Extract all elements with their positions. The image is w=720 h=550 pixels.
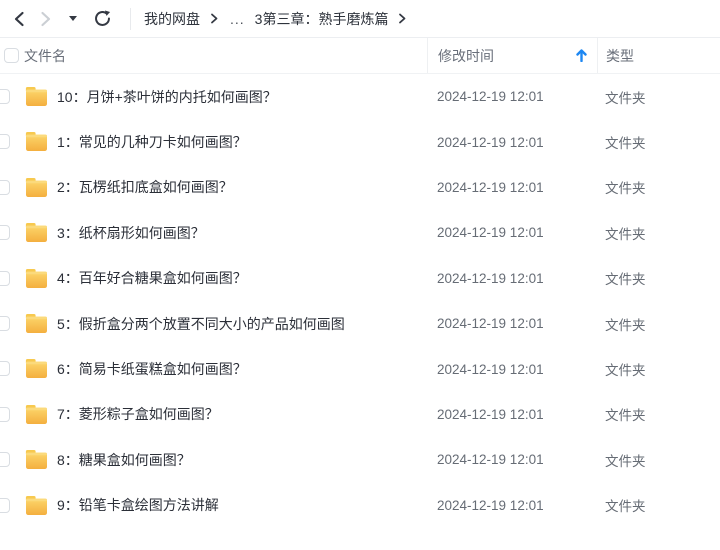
file-type: 文件夹: [605, 272, 646, 288]
modified-time: 2024-12-19 12:01: [437, 497, 544, 513]
modified-time: 2024-12-19 12:01: [437, 406, 544, 422]
folder-icon: [25, 495, 48, 516]
file-name[interactable]: 5：假折盒分两个放置不同大小的产品如何画图: [57, 314, 345, 334]
modified-time: 2024-12-19 12:01: [437, 225, 544, 241]
toolbar: 我的网盘 ... 3第三章：熟手磨炼篇: [0, 0, 720, 38]
table-row[interactable]: 8：糖果盒如何画图？ 2024-12-19 12:01 文件夹: [0, 437, 720, 482]
chevron-right-icon: [209, 13, 219, 24]
row-checkbox[interactable]: [0, 497, 10, 513]
folder-icon: [25, 358, 48, 379]
row-checkbox[interactable]: [0, 134, 10, 150]
arrow-up-icon[interactable]: [576, 49, 587, 62]
row-checkbox[interactable]: [0, 452, 10, 468]
folder-icon: [25, 268, 48, 289]
breadcrumb-root[interactable]: 我的网盘: [144, 9, 200, 29]
table-row[interactable]: 7：菱形粽子盒如何画图？ 2024-12-19 12:01 文件夹: [0, 392, 720, 437]
breadcrumb-collapsed[interactable]: ...: [230, 11, 245, 27]
row-checkbox[interactable]: [0, 179, 10, 195]
table-row[interactable]: 4：百年好合糖果盒如何画图？ 2024-12-19 12:01 文件夹: [0, 256, 720, 301]
column-header-type-label: 类型: [606, 47, 634, 64]
file-type: 文件夹: [605, 408, 646, 424]
row-checkbox[interactable]: [0, 361, 10, 377]
file-type: 文件夹: [605, 90, 646, 106]
file-name[interactable]: 6：简易卡纸蛋糕盒如何画图？: [57, 359, 247, 379]
table-row[interactable]: 6：简易卡纸蛋糕盒如何画图？ 2024-12-19 12:01 文件夹: [0, 346, 720, 391]
file-name[interactable]: 10：月饼+茶叶饼的内托如何画图？: [57, 87, 277, 107]
file-list: 10：月饼+茶叶饼的内托如何画图？ 2024-12-19 12:01 文件夹 1…: [0, 74, 720, 528]
folder-icon: [25, 313, 48, 334]
modified-time: 2024-12-19 12:01: [437, 134, 544, 150]
file-name[interactable]: 4：百年好合糖果盒如何画图？: [57, 268, 247, 288]
folder-icon: [25, 177, 48, 198]
chevron-right-icon: [397, 13, 407, 24]
chevron-left-icon: [12, 11, 27, 27]
folder-icon: [25, 222, 48, 243]
modified-time: 2024-12-19 12:01: [437, 452, 544, 468]
folder-icon: [25, 86, 48, 107]
refresh-icon: [93, 9, 112, 28]
file-type: 文件夹: [605, 453, 646, 469]
file-type: 文件夹: [605, 181, 646, 197]
table-row[interactable]: 9：铅笔卡盒绘图方法讲解 2024-12-19 12:01 文件夹: [0, 483, 720, 528]
file-type: 文件夹: [605, 317, 646, 333]
row-checkbox[interactable]: [0, 315, 10, 331]
folder-icon: [25, 404, 48, 425]
row-checkbox[interactable]: [0, 270, 10, 286]
column-header-type[interactable]: 类型: [597, 38, 720, 73]
select-all-checkbox[interactable]: [4, 48, 19, 63]
file-type: 文件夹: [605, 226, 646, 242]
table-row[interactable]: 5：假折盒分两个放置不同大小的产品如何画图 2024-12-19 12:01 文…: [0, 301, 720, 346]
refresh-button[interactable]: [88, 6, 116, 32]
modified-time: 2024-12-19 12:01: [437, 316, 544, 332]
column-header-modified-label: 修改时间: [438, 47, 494, 64]
folder-icon: [25, 131, 48, 152]
file-name[interactable]: 9：铅笔卡盒绘图方法讲解: [57, 495, 219, 515]
file-type: 文件夹: [605, 499, 646, 515]
back-button[interactable]: [6, 6, 32, 32]
chevron-right-icon: [38, 11, 53, 27]
folder-icon: [25, 449, 48, 470]
column-header-filename[interactable]: 文件名: [24, 46, 66, 66]
table-row[interactable]: 3：纸杯扇形如何画图？ 2024-12-19 12:01 文件夹: [0, 210, 720, 255]
history-dropdown-button[interactable]: [64, 6, 82, 32]
row-checkbox[interactable]: [0, 225, 10, 241]
breadcrumb-current[interactable]: 3第三章：熟手磨炼篇: [255, 9, 389, 29]
toolbar-divider: [130, 7, 131, 30]
modified-time: 2024-12-19 12:01: [437, 89, 544, 105]
caret-down-icon: [69, 16, 77, 21]
file-name[interactable]: 7：菱形粽子盒如何画图？: [57, 404, 219, 424]
table-row[interactable]: 2：瓦楞纸扣底盒如何画图？ 2024-12-19 12:01 文件夹: [0, 165, 720, 210]
table-row[interactable]: 10：月饼+茶叶饼的内托如何画图？ 2024-12-19 12:01 文件夹: [0, 74, 720, 119]
file-name[interactable]: 1：常见的几种刀卡如何画图？: [57, 132, 247, 152]
modified-time: 2024-12-19 12:01: [437, 179, 544, 195]
file-name[interactable]: 8：糖果盒如何画图？: [57, 450, 191, 470]
table-row[interactable]: 1：常见的几种刀卡如何画图？ 2024-12-19 12:01 文件夹: [0, 119, 720, 164]
list-header: 文件名 修改时间 类型: [0, 38, 720, 74]
modified-time: 2024-12-19 12:01: [437, 270, 544, 286]
breadcrumb: 我的网盘 ... 3第三章：熟手磨炼篇: [144, 9, 416, 29]
row-checkbox[interactable]: [0, 89, 10, 104]
file-name[interactable]: 3：纸杯扇形如何画图？: [57, 223, 205, 243]
file-name[interactable]: 2：瓦楞纸扣底盒如何画图？: [57, 177, 233, 197]
column-header-modified[interactable]: 修改时间: [427, 38, 597, 73]
modified-time: 2024-12-19 12:01: [437, 361, 544, 377]
forward-button[interactable]: [32, 6, 58, 32]
file-type: 文件夹: [605, 136, 646, 152]
row-checkbox[interactable]: [0, 406, 10, 422]
file-type: 文件夹: [605, 363, 646, 379]
